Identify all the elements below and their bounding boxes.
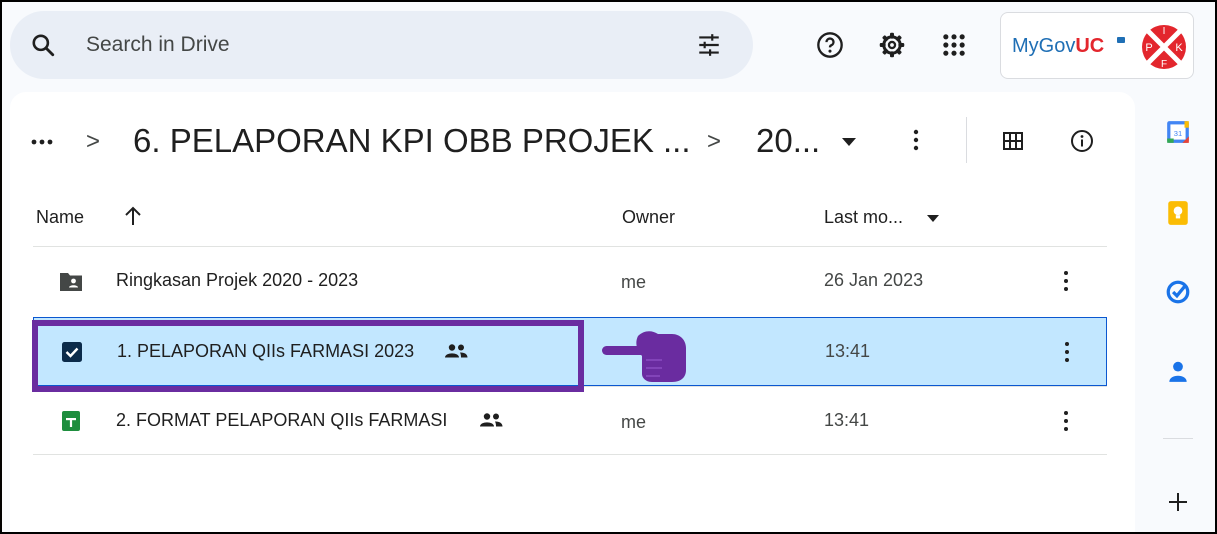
- file-last-modified: 13:41: [824, 410, 870, 430]
- chevron-down-icon[interactable]: [842, 138, 856, 146]
- breadcrumb-folder[interactable]: 6. PELAPORAN KPI OBB PROJEK ...: [133, 122, 691, 160]
- google-calendar-icon[interactable]: 31: [1165, 119, 1191, 145]
- file-name[interactable]: 2. FORMAT PELAPORAN QIIs FARMASI: [116, 410, 447, 431]
- column-header-name[interactable]: Name: [36, 207, 84, 228]
- table-row[interactable]: 2. FORMAT PELAPORAN QIIs FARMASI me 13:4…: [33, 386, 1107, 455]
- shared-folder-icon: [60, 273, 82, 291]
- toolbar-divider: [966, 117, 967, 163]
- breadcrumb-more-icon[interactable]: [30, 132, 54, 152]
- annotation-highlight-box: [32, 320, 584, 392]
- file-owner: me: [621, 412, 647, 432]
- breadcrumb-current-folder[interactable]: 20...: [756, 122, 820, 160]
- svg-text:P: P: [1145, 42, 1152, 54]
- account-badge[interactable]: MyGovUC I P K F: [1000, 12, 1194, 79]
- apps-grid-icon[interactable]: [940, 31, 968, 59]
- brand-mark: [1117, 37, 1125, 43]
- column-header-last-modified[interactable]: Last mo...: [824, 207, 903, 228]
- google-contacts-icon[interactable]: [1165, 358, 1191, 384]
- pointing-hand-icon: [602, 331, 686, 382]
- row-more-actions-icon[interactable]: [1063, 270, 1069, 292]
- add-addon-plus-icon[interactable]: [1166, 490, 1190, 514]
- file-list-panel: > 6. PELAPORAN KPI OBB PROJEK ... > 20..…: [10, 92, 1135, 534]
- chevron-down-icon[interactable]: [927, 215, 939, 222]
- search-bar[interactable]: Search in Drive: [10, 11, 753, 79]
- info-icon[interactable]: [1070, 129, 1094, 153]
- folder-actions-more-icon[interactable]: [912, 128, 920, 152]
- file-name[interactable]: Ringkasan Projek 2020 - 2023: [116, 270, 358, 291]
- search-input[interactable]: Search in Drive: [86, 33, 230, 57]
- side-rail-divider: [1163, 438, 1193, 439]
- file-last-modified: 26 Jan 2023: [824, 270, 924, 290]
- svg-text:I: I: [1163, 26, 1166, 37]
- svg-text:31: 31: [1174, 129, 1182, 138]
- help-icon[interactable]: [816, 31, 844, 59]
- organization-logo-icon: I P K F: [1142, 25, 1186, 70]
- row-more-actions-icon[interactable]: [1064, 341, 1070, 363]
- table-row[interactable]: Ringkasan Projek 2020 - 2023 me 26 Jan 2…: [33, 246, 1107, 315]
- svg-text:F: F: [1161, 59, 1167, 70]
- sort-ascending-arrow-icon[interactable]: [124, 206, 142, 226]
- brand-name: MyGovUC: [1012, 35, 1105, 57]
- svg-text:K: K: [1175, 42, 1183, 54]
- google-sheets-icon: [62, 411, 80, 431]
- grid-view-icon[interactable]: [1003, 132, 1023, 150]
- shared-people-icon: [480, 413, 503, 427]
- search-options-icon[interactable]: [696, 32, 722, 58]
- google-tasks-icon[interactable]: [1165, 279, 1191, 305]
- column-header-owner: Owner: [622, 207, 676, 227]
- file-last-modified: 13:41: [825, 341, 871, 361]
- settings-gear-icon[interactable]: [878, 31, 906, 59]
- breadcrumb-separator: >: [86, 128, 101, 155]
- breadcrumb-separator: >: [707, 128, 722, 155]
- google-keep-icon[interactable]: [1165, 200, 1191, 226]
- file-owner: me: [621, 272, 647, 292]
- row-more-actions-icon[interactable]: [1063, 410, 1069, 432]
- search-icon: [32, 34, 55, 57]
